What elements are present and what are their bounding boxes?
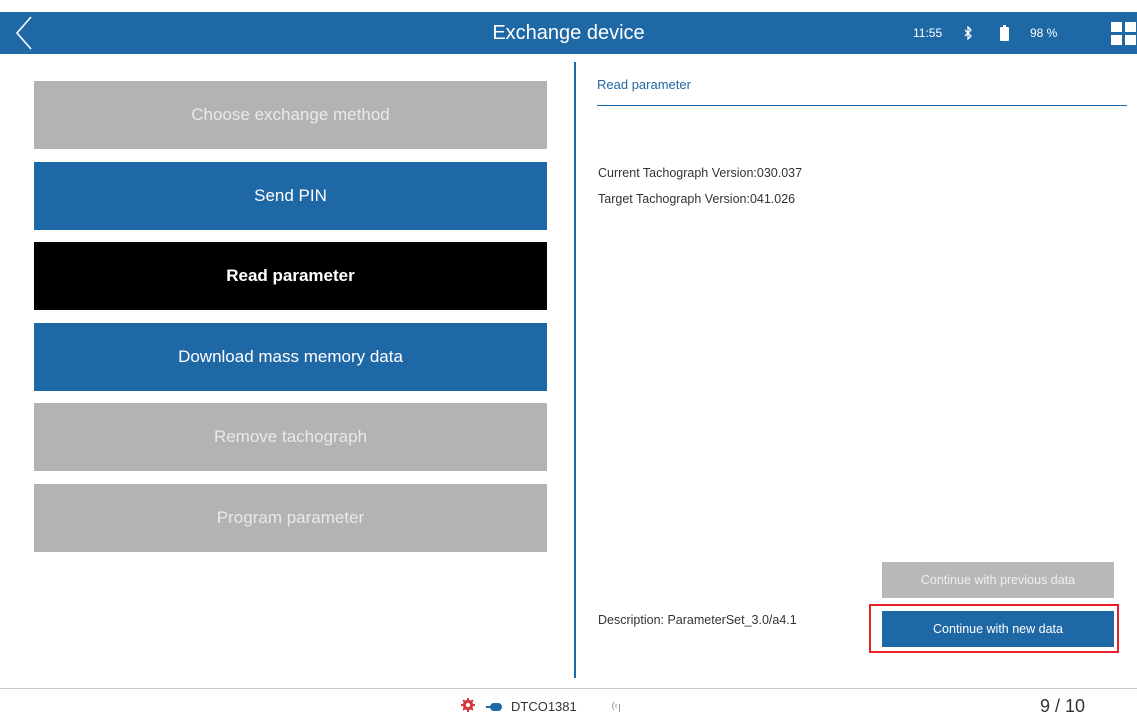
step-remove-tachograph[interactable]: Remove tachograph (34, 403, 547, 471)
continue-with-new-data-button[interactable]: Continue with new data (882, 611, 1114, 647)
battery-percentage: 98 % (1030, 26, 1058, 40)
step-choose-exchange-method[interactable]: Choose exchange method (34, 81, 547, 149)
plug-icon (486, 703, 502, 711)
target-tachograph-version: Target Tachograph Version:041.026 (598, 192, 796, 206)
step-read-parameter[interactable]: Read parameter (34, 242, 547, 310)
panel-title: Read parameter (597, 77, 691, 92)
bluetooth-icon (964, 26, 972, 40)
page-counter: 9 / 10 (1040, 696, 1086, 715)
gear-icon (461, 698, 475, 712)
device-name: DTCO1381 (511, 699, 577, 714)
header-bar: Exchange device 11:55 98 % (0, 12, 1137, 54)
apps-menu-button[interactable] (1109, 20, 1137, 46)
panel-divider (574, 62, 576, 678)
step-send-pin[interactable]: Send PIN (34, 162, 547, 230)
continue-with-previous-data-button[interactable]: Continue with previous data (882, 562, 1114, 598)
step-download-mass-memory-data[interactable]: Download mass memory data (34, 323, 547, 391)
exchange-device-screen: Exchange device 11:55 98 % Choose exchan… (0, 0, 1137, 715)
current-tachograph-version: Current Tachograph Version:030.037 (598, 166, 803, 180)
step-program-parameter[interactable]: Program parameter (34, 484, 547, 552)
status-time: 11:55 (913, 26, 943, 40)
battery-icon (1000, 25, 1009, 41)
footer-divider (0, 688, 1137, 689)
panel-title-underline (597, 105, 1127, 106)
parameter-description: Description: ParameterSet_3.0/a4.1 (598, 613, 797, 627)
signal-icon (612, 701, 620, 712)
